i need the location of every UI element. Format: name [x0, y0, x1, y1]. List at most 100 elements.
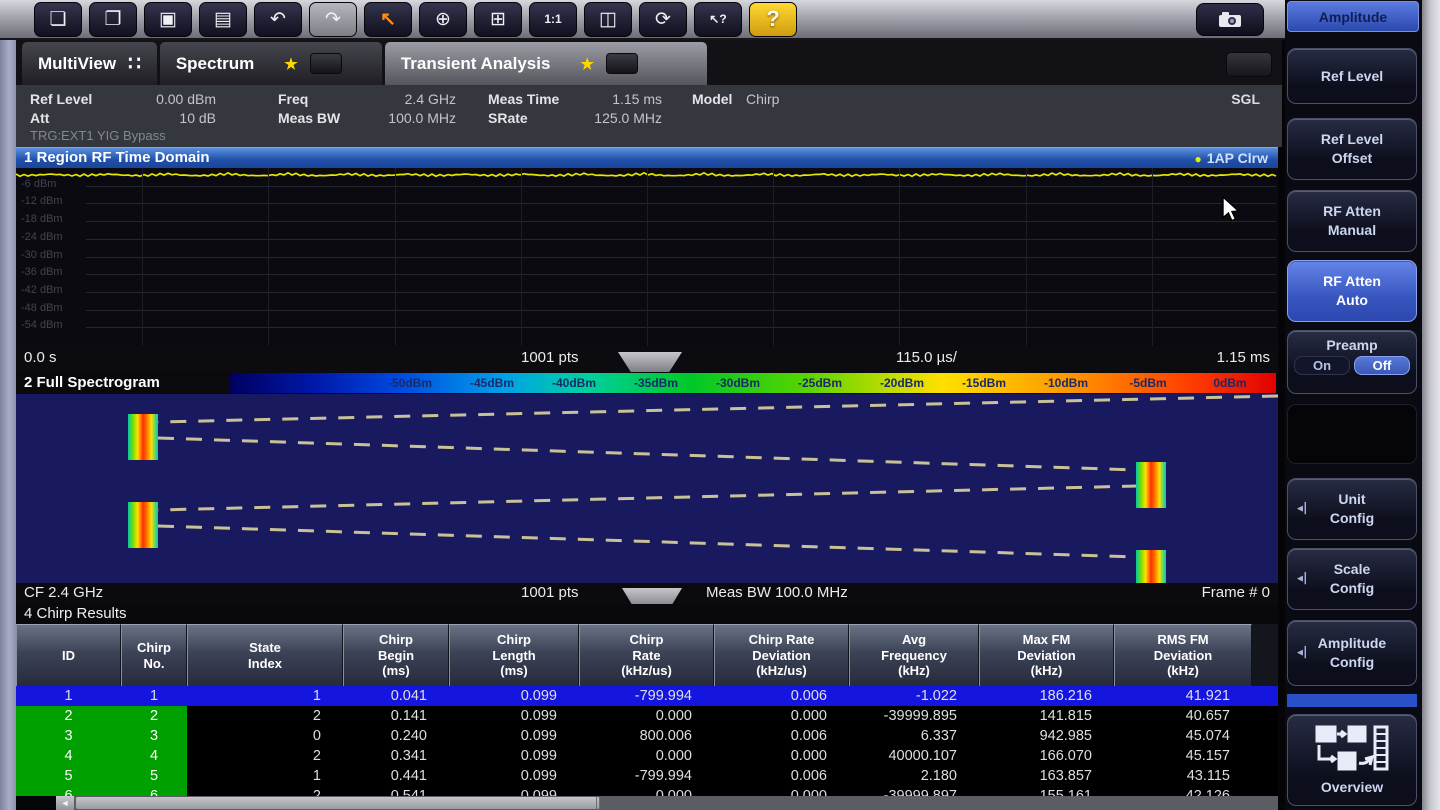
spectrogram-display[interactable] [16, 394, 1278, 583]
toolbar-buttons: ❏❐▣▤↶↷↖⊕⊞1:1◫⟳↖?? [34, 2, 804, 37]
table-row[interactable]: 2220.1410.0990.0000.000-39999.895141.815… [16, 706, 1278, 726]
tab-spectrum[interactable]: Spectrum ★ [160, 42, 382, 85]
scale-config-button[interactable]: ◄▏ Scale Config [1287, 548, 1417, 610]
column-header[interactable]: RMS FM Deviation (kHz) [1114, 624, 1252, 686]
ref-level-offset-button[interactable]: Ref Level Offset [1287, 118, 1417, 180]
channel-info-bar[interactable]: Ref Level 0.00 dBm Att 10 dB TRG:EXT1 YI… [16, 85, 1282, 147]
meas-bw-value[interactable]: 100.0 MHz [346, 110, 456, 126]
column-header[interactable]: State Index [187, 624, 343, 686]
screenshot-camera-button[interactable] [1196, 3, 1264, 36]
overview-button[interactable]: Overview [1287, 714, 1417, 806]
column-header[interactable]: Max FM Deviation (kHz) [979, 624, 1114, 686]
x-axis-start: 0.0 s [24, 349, 57, 366]
table-cell: 0.000 [579, 746, 714, 766]
softkey-label: Unit Config [1330, 490, 1374, 528]
rf-atten-auto-button[interactable]: RF Atten Auto [1287, 260, 1417, 322]
table-row[interactable]: 6620.5410.0990.0000.000-39999.897155.161… [16, 786, 1278, 796]
table-hscrollbar[interactable]: ◄ [56, 796, 1278, 810]
table-cell: -799.994 [579, 766, 714, 786]
hscroll-thumb[interactable] [76, 797, 600, 809]
att-value[interactable]: 10 dB [106, 110, 216, 126]
colorbar-label: -35dBm [621, 376, 691, 390]
table-cell: 155.161 [979, 786, 1114, 796]
softkey-label: Ref Level Offset [1321, 130, 1383, 168]
table-cell: 0.099 [449, 786, 579, 796]
multi-window-zoom-icon[interactable]: ⊞ [474, 2, 522, 37]
colorbar-label: -25dBm [785, 376, 855, 390]
channel-settings-pill[interactable] [606, 53, 638, 74]
preamp-on-option[interactable]: On [1294, 356, 1350, 375]
preamp-off-option[interactable]: Off [1354, 356, 1410, 375]
display-config-icon[interactable]: ◫ [584, 2, 632, 37]
table-cell: 942.985 [979, 726, 1114, 746]
empty-softkey-slot [1287, 404, 1417, 464]
table-cell: 2 [187, 706, 343, 726]
colorbar-label: -30dBm [703, 376, 773, 390]
tab-overflow-button[interactable] [1226, 52, 1272, 77]
table-cell: 0.000 [714, 706, 849, 726]
y-axis-label: -42 dBm [21, 284, 81, 296]
table-cell: 2 [16, 706, 121, 726]
ref-level-button[interactable]: Ref Level [1287, 48, 1417, 104]
table-cell: 4 [121, 746, 187, 766]
column-header[interactable]: ID [16, 624, 121, 686]
amplitude-config-button[interactable]: ◄▏ Amplitude Config [1287, 620, 1417, 686]
preamp-button[interactable]: Preamp On Off [1287, 330, 1417, 394]
time-domain-graph[interactable]: -6 dBm-12 dBm-18 dBm-24 dBm-30 dBm-36 dB… [16, 168, 1278, 346]
column-header[interactable]: Chirp Length (ms) [449, 624, 579, 686]
channel-settings-pill[interactable] [310, 53, 342, 74]
spectrogram-titlebar[interactable]: 2 Full Spectrogram -50dBm-45dBm-40dBm-35… [16, 372, 1278, 394]
att-label: Att [30, 110, 49, 126]
sequencer-icon[interactable]: ⟳ [639, 2, 687, 37]
table-cell: 0.240 [343, 726, 449, 746]
new-icon[interactable]: ❏ [34, 2, 82, 37]
tab-transient-analysis[interactable]: Transient Analysis ★ [385, 42, 707, 85]
select-cursor-icon[interactable]: ↖ [364, 2, 412, 37]
column-header[interactable]: Chirp Rate Deviation (kHz/us) [714, 624, 849, 686]
column-header[interactable]: Chirp Begin (ms) [343, 624, 449, 686]
column-header[interactable]: Avg Frequency (kHz) [849, 624, 979, 686]
meas-time-value[interactable]: 1.15 ms [570, 91, 662, 107]
table-cell: 186.216 [979, 686, 1114, 706]
grid-line [521, 168, 522, 346]
ref-level-value[interactable]: 0.00 dBm [106, 91, 216, 107]
column-header[interactable]: Chirp Rate (kHz/us) [579, 624, 714, 686]
srate-value[interactable]: 125.0 MHz [570, 110, 662, 126]
table-cell: -799.994 [579, 686, 714, 706]
results-header-row: IDChirp No.State IndexChirp Begin (ms)Ch… [16, 624, 1278, 686]
colorbar: -50dBm-45dBm-40dBm-35dBm-30dBm-25dBm-20d… [230, 373, 1276, 393]
y-axis-label: -54 dBm [21, 319, 81, 331]
save-icon[interactable]: ▣ [144, 2, 192, 37]
table-row[interactable]: 4420.3410.0990.0000.00040000.107166.0704… [16, 746, 1278, 766]
freq-value[interactable]: 2.4 GHz [346, 91, 456, 107]
tab-multiview[interactable]: MultiView ∷ [22, 42, 157, 85]
table-row[interactable]: 5510.4410.099-799.9940.0062.180163.85743… [16, 766, 1278, 786]
context-help-icon[interactable]: ↖? [694, 2, 742, 37]
rf-trace [16, 173, 1276, 177]
undo-icon[interactable]: ↶ [254, 2, 302, 37]
table-cell: 0.000 [579, 786, 714, 796]
open-icon[interactable]: ❐ [89, 2, 137, 37]
zoom-1-1-icon[interactable]: 1:1 [529, 2, 577, 37]
y-axis-label: -18 dBm [21, 213, 81, 225]
y-axis-label: -6 dBm [21, 178, 81, 190]
colorbar-label: -20dBm [867, 376, 937, 390]
scroll-left-button[interactable]: ◄ [56, 796, 74, 810]
rf-atten-manual-button[interactable]: RF Atten Manual [1287, 190, 1417, 252]
table-row[interactable]: 3300.2400.099800.0060.0066.337942.98545.… [16, 726, 1278, 746]
softkey-label: RF Atten Manual [1323, 202, 1381, 240]
zoom-icon[interactable]: ⊕ [419, 2, 467, 37]
table-cell: 1 [187, 686, 343, 706]
window1-titlebar[interactable]: 1 Region RF Time Domain ●1AP Clrw [16, 147, 1278, 168]
help-icon[interactable]: ? [749, 2, 797, 37]
redo-icon[interactable]: ↷ [309, 2, 357, 37]
table-cell: 2.180 [849, 766, 979, 786]
model-value[interactable]: Chirp [746, 91, 816, 107]
unit-config-button[interactable]: ◄▏ Unit Config [1287, 478, 1417, 540]
trace-info: ●1AP Clrw [1195, 148, 1268, 169]
table-cell: 166.070 [979, 746, 1114, 766]
column-header[interactable]: Chirp No. [121, 624, 187, 686]
results-rows: 1110.0410.099-799.9940.006-1.022186.2164… [16, 686, 1278, 796]
print-icon[interactable]: ▤ [199, 2, 247, 37]
table-row[interactable]: 1110.0410.099-799.9940.006-1.022186.2164… [16, 686, 1278, 706]
